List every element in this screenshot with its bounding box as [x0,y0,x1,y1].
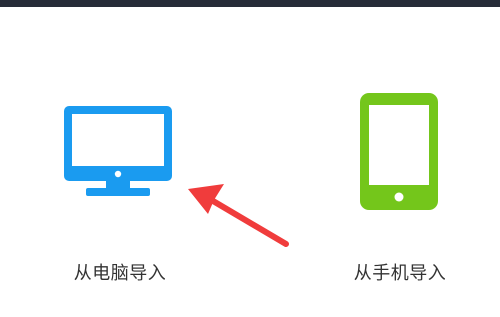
monitor-icon [64,106,172,196]
import-from-phone-label: 从手机导入 [353,263,447,284]
phone-icon [360,93,438,210]
import-from-pc-label: 从电脑导入 [73,263,167,284]
red-arrow-icon [188,184,289,247]
top-bar [0,0,500,7]
import-from-phone-option[interactable]: 从手机导入 [320,80,480,290]
import-from-pc-option[interactable]: 从电脑导入 [40,90,200,290]
